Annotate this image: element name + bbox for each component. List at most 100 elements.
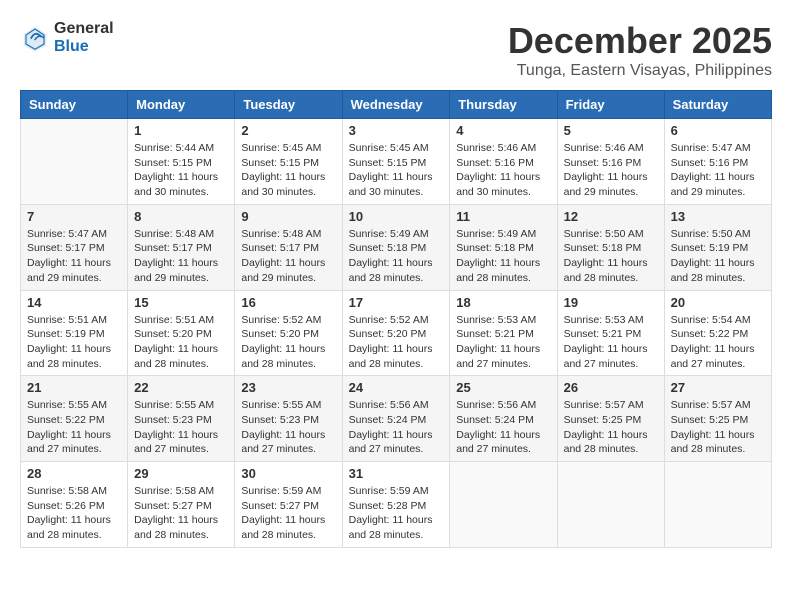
cell-content: Sunrise: 5:54 AM Sunset: 5:22 PM Dayligh…: [671, 313, 765, 372]
cell-content: Sunrise: 5:58 AM Sunset: 5:27 PM Dayligh…: [134, 484, 228, 543]
calendar-cell: 13 Sunrise: 5:50 AM Sunset: 5:19 PM Dayli…: [664, 204, 771, 290]
cell-content: Sunrise: 5:44 AM Sunset: 5:15 PM Dayligh…: [134, 141, 228, 200]
cell-content: Sunrise: 5:58 AM Sunset: 5:26 PM Dayligh…: [27, 484, 121, 543]
day-number: 2: [241, 123, 335, 138]
calendar-cell: 27Sunrise: 5:57 AM Sunset: 5:25 PM Dayli…: [664, 376, 771, 462]
cell-content: Sunrise: 5:53 AM Sunset: 5:21 PM Dayligh…: [456, 313, 550, 372]
calendar-week-row: 1 Sunrise: 5:44 AM Sunset: 5:15 PM Daylig…: [21, 119, 772, 205]
day-number: 6: [671, 123, 765, 138]
weekday-header-wednesday: Wednesday: [342, 91, 450, 119]
day-number: 8: [134, 209, 228, 224]
calendar-cell: 17 Sunrise: 5:52 AM Sunset: 5:20 PM Dayli…: [342, 290, 450, 376]
cell-content: Sunrise: 5:55 AM Sunset: 5:23 PM Dayligh…: [134, 398, 228, 457]
cell-content: Sunrise: 5:57 AM Sunset: 5:25 PM Dayligh…: [671, 398, 765, 457]
cell-content: Sunrise: 5:45 AM Sunset: 5:15 PM Dayligh…: [241, 141, 335, 200]
day-number: 3: [349, 123, 444, 138]
day-number: 19: [564, 295, 658, 310]
calendar-cell: 19 Sunrise: 5:53 AM Sunset: 5:21 PM Dayli…: [557, 290, 664, 376]
day-number: 16: [241, 295, 335, 310]
cell-content: Sunrise: 5:48 AM Sunset: 5:17 PM Dayligh…: [241, 227, 335, 286]
weekday-header-thursday: Thursday: [450, 91, 557, 119]
day-number: 21: [27, 380, 121, 395]
calendar-cell: 24 Sunrise: 5:56 AM Sunset: 5:24 PM Dayli…: [342, 376, 450, 462]
cell-content: Sunrise: 5:49 AM Sunset: 5:18 PM Dayligh…: [349, 227, 444, 286]
day-number: 17: [349, 295, 444, 310]
day-number: 18: [456, 295, 550, 310]
cell-content: Sunrise: 5:55 AM Sunset: 5:23 PM Dayligh…: [241, 398, 335, 457]
calendar-cell: 9Sunrise: 5:48 AM Sunset: 5:17 PM Daylig…: [235, 204, 342, 290]
calendar-cell: [21, 119, 128, 205]
logo: General Blue: [20, 20, 114, 55]
day-number: 28: [27, 466, 121, 481]
calendar-cell: 21Sunrise: 5:55 AM Sunset: 5:22 PM Dayli…: [21, 376, 128, 462]
day-number: 1: [134, 123, 228, 138]
day-number: 7: [27, 209, 121, 224]
calendar-week-row: 14 Sunrise: 5:51 AM Sunset: 5:19 PM Dayli…: [21, 290, 772, 376]
day-number: 5: [564, 123, 658, 138]
cell-content: Sunrise: 5:52 AM Sunset: 5:20 PM Dayligh…: [241, 313, 335, 372]
weekday-header-tuesday: Tuesday: [235, 91, 342, 119]
calendar-cell: 7 Sunrise: 5:47 AM Sunset: 5:17 PM Daylig…: [21, 204, 128, 290]
calendar-cell: [450, 462, 557, 548]
calendar-cell: 3 Sunrise: 5:45 AM Sunset: 5:15 PM Daylig…: [342, 119, 450, 205]
day-number: 24: [349, 380, 444, 395]
day-number: 13: [671, 209, 765, 224]
calendar-cell: [557, 462, 664, 548]
calendar-cell: [664, 462, 771, 548]
calendar-cell: 31 Sunrise: 5:59 AM Sunset: 5:28 PM Dayli…: [342, 462, 450, 548]
cell-content: Sunrise: 5:47 AM Sunset: 5:16 PM Dayligh…: [671, 141, 765, 200]
day-number: 30: [241, 466, 335, 481]
cell-content: Sunrise: 5:59 AM Sunset: 5:27 PM Dayligh…: [241, 484, 335, 543]
calendar-cell: 16 Sunrise: 5:52 AM Sunset: 5:20 PM Dayli…: [235, 290, 342, 376]
calendar-cell: 1 Sunrise: 5:44 AM Sunset: 5:15 PM Daylig…: [128, 119, 235, 205]
cell-content: Sunrise: 5:46 AM Sunset: 5:16 PM Dayligh…: [456, 141, 550, 200]
calendar-cell: 4Sunrise: 5:46 AM Sunset: 5:16 PM Daylig…: [450, 119, 557, 205]
logo-icon: [20, 23, 50, 53]
weekday-header-sunday: Sunday: [21, 91, 128, 119]
calendar-cell: 29 Sunrise: 5:58 AM Sunset: 5:27 PM Dayli…: [128, 462, 235, 548]
day-number: 15: [134, 295, 228, 310]
calendar-cell: 22 Sunrise: 5:55 AM Sunset: 5:23 PM Dayli…: [128, 376, 235, 462]
calendar-cell: 5Sunrise: 5:46 AM Sunset: 5:16 PM Daylig…: [557, 119, 664, 205]
cell-content: Sunrise: 5:50 AM Sunset: 5:19 PM Dayligh…: [671, 227, 765, 286]
day-number: 31: [349, 466, 444, 481]
calendar-cell: 15 Sunrise: 5:51 AM Sunset: 5:20 PM Dayli…: [128, 290, 235, 376]
cell-content: Sunrise: 5:53 AM Sunset: 5:21 PM Dayligh…: [564, 313, 658, 372]
calendar-cell: 2 Sunrise: 5:45 AM Sunset: 5:15 PM Daylig…: [235, 119, 342, 205]
logo-general-text: General: [54, 20, 114, 38]
logo-blue-text: Blue: [54, 38, 114, 56]
calendar-cell: 8Sunrise: 5:48 AM Sunset: 5:17 PM Daylig…: [128, 204, 235, 290]
calendar-cell: 30 Sunrise: 5:59 AM Sunset: 5:27 PM Dayli…: [235, 462, 342, 548]
calendar-cell: 6 Sunrise: 5:47 AM Sunset: 5:16 PM Daylig…: [664, 119, 771, 205]
logo-text: General Blue: [54, 20, 114, 55]
day-number: 23: [241, 380, 335, 395]
day-number: 20: [671, 295, 765, 310]
calendar-week-row: 7 Sunrise: 5:47 AM Sunset: 5:17 PM Daylig…: [21, 204, 772, 290]
cell-content: Sunrise: 5:52 AM Sunset: 5:20 PM Dayligh…: [349, 313, 444, 372]
location-title: Tunga, Eastern Visayas, Philippines: [508, 62, 772, 80]
day-number: 25: [456, 380, 550, 395]
cell-content: Sunrise: 5:56 AM Sunset: 5:24 PM Dayligh…: [349, 398, 444, 457]
cell-content: Sunrise: 5:45 AM Sunset: 5:15 PM Dayligh…: [349, 141, 444, 200]
weekday-header-row: SundayMondayTuesdayWednesdayThursdayFrid…: [21, 91, 772, 119]
day-number: 22: [134, 380, 228, 395]
calendar-cell: 11 Sunrise: 5:49 AM Sunset: 5:18 PM Dayli…: [450, 204, 557, 290]
calendar-week-row: 28 Sunrise: 5:58 AM Sunset: 5:26 PM Dayli…: [21, 462, 772, 548]
cell-content: Sunrise: 5:49 AM Sunset: 5:18 PM Dayligh…: [456, 227, 550, 286]
weekday-header-monday: Monday: [128, 91, 235, 119]
calendar-table: SundayMondayTuesdayWednesdayThursdayFrid…: [20, 90, 772, 548]
day-number: 26: [564, 380, 658, 395]
day-number: 14: [27, 295, 121, 310]
cell-content: Sunrise: 5:56 AM Sunset: 5:24 PM Dayligh…: [456, 398, 550, 457]
day-number: 29: [134, 466, 228, 481]
cell-content: Sunrise: 5:50 AM Sunset: 5:18 PM Dayligh…: [564, 227, 658, 286]
cell-content: Sunrise: 5:59 AM Sunset: 5:28 PM Dayligh…: [349, 484, 444, 543]
calendar-cell: 28 Sunrise: 5:58 AM Sunset: 5:26 PM Dayli…: [21, 462, 128, 548]
calendar-cell: 20 Sunrise: 5:54 AM Sunset: 5:22 PM Dayli…: [664, 290, 771, 376]
cell-content: Sunrise: 5:51 AM Sunset: 5:20 PM Dayligh…: [134, 313, 228, 372]
calendar-cell: 18 Sunrise: 5:53 AM Sunset: 5:21 PM Dayli…: [450, 290, 557, 376]
cell-content: Sunrise: 5:51 AM Sunset: 5:19 PM Dayligh…: [27, 313, 121, 372]
cell-content: Sunrise: 5:47 AM Sunset: 5:17 PM Dayligh…: [27, 227, 121, 286]
day-number: 11: [456, 209, 550, 224]
calendar-cell: 26Sunrise: 5:57 AM Sunset: 5:25 PM Dayli…: [557, 376, 664, 462]
